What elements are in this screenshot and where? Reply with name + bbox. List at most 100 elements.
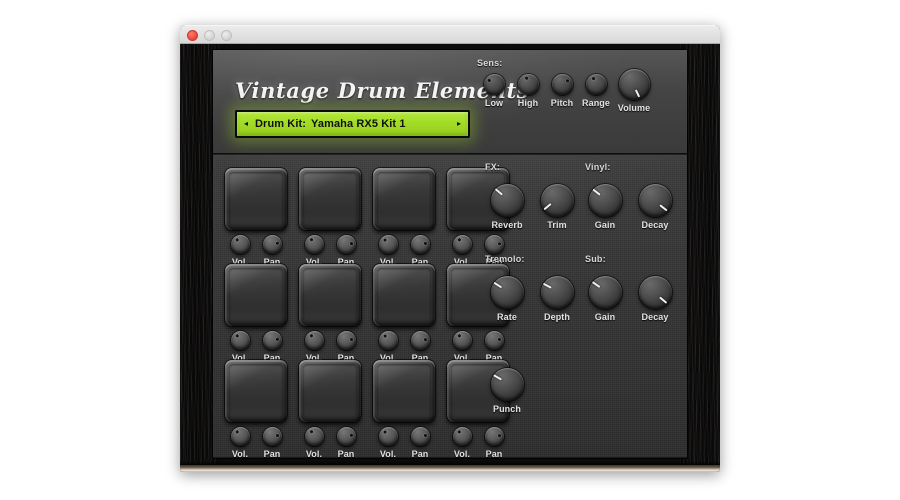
- sens-low-knob[interactable]: Low: [479, 74, 509, 108]
- drum-kit-display[interactable]: ◂ Drum Kit: Yamaha RX5 Kit 1 ▸: [235, 110, 470, 138]
- drum-pad[interactable]: [225, 168, 287, 230]
- pad-volume-knob[interactable]: Vol.: [225, 331, 255, 363]
- sens-low-indicator-icon: [487, 79, 491, 83]
- pad-cell: Vol. Pan: [225, 360, 287, 458]
- pad-pan-knob[interactable]: Pan: [257, 235, 287, 267]
- master-volume-knob[interactable]: Volume: [615, 69, 653, 113]
- pad-volume-knob-body[interactable]: [378, 427, 398, 446]
- pad-pan-knob-body[interactable]: [336, 427, 356, 446]
- sub-decay-indicator-icon: [659, 295, 668, 304]
- pad-volume-knob-body[interactable]: [304, 235, 324, 254]
- pad-pan-indicator-icon: [423, 434, 427, 438]
- fx-trim-knob[interactable]: Trim: [535, 184, 579, 230]
- pad-pan-knob[interactable]: Pan: [331, 427, 361, 458]
- close-button-icon[interactable]: [187, 30, 198, 41]
- drum-pad[interactable]: [225, 264, 287, 326]
- vinyl-decay-knob[interactable]: Decay: [633, 184, 677, 230]
- pad-volume-knob[interactable]: Vol.: [225, 427, 255, 458]
- fx-trim-knob-body[interactable]: [540, 184, 574, 217]
- pad-volume-knob-body[interactable]: [452, 427, 472, 446]
- vinyl-gain-label: Gain: [594, 220, 616, 230]
- pad-volume-knob-body[interactable]: [230, 235, 250, 254]
- pad-volume-knob[interactable]: Vol.: [299, 427, 329, 458]
- sens-low-label: Low: [484, 98, 504, 108]
- pad-volume-knob[interactable]: Vol.: [447, 427, 477, 458]
- pad-pan-knob[interactable]: Pan: [405, 331, 435, 363]
- pad-pan-knob[interactable]: Pan: [405, 427, 435, 458]
- sens-range-knob[interactable]: Range: [581, 74, 611, 108]
- pad-pan-knob[interactable]: Pan: [257, 427, 287, 458]
- sub-gain-knob-body[interactable]: [588, 276, 622, 309]
- sens-range-knob-body[interactable]: [585, 74, 607, 95]
- pad-volume-knob[interactable]: Vol.: [373, 331, 403, 363]
- vinyl-decay-indicator-icon: [659, 203, 668, 211]
- tremolo-depth-knob-body[interactable]: [540, 276, 574, 309]
- drum-pad[interactable]: [373, 360, 435, 422]
- drum-pad[interactable]: [299, 168, 361, 230]
- pad-volume-knob[interactable]: Vol.: [299, 235, 329, 267]
- pad-pan-knob-body[interactable]: [336, 235, 356, 254]
- pad-pan-knob-body[interactable]: [410, 331, 430, 350]
- sens-high-knob-body[interactable]: [517, 74, 539, 95]
- pad-volume-knob[interactable]: Vol.: [373, 427, 403, 458]
- tremolo-rate-knob-body[interactable]: [490, 276, 524, 309]
- pad-volume-indicator-icon: [383, 334, 387, 339]
- fx-reverb-knob-body[interactable]: [490, 184, 524, 217]
- pad-volume-knob-body[interactable]: [230, 427, 250, 446]
- sens-range-indicator-icon: [591, 77, 595, 81]
- sub-gain-knob[interactable]: Gain: [583, 276, 627, 322]
- drum-pad[interactable]: [373, 264, 435, 326]
- tremolo-depth-knob[interactable]: Depth: [535, 276, 579, 322]
- sens-high-knob[interactable]: High: [513, 74, 543, 108]
- pad-pan-knob[interactable]: Pan: [331, 235, 361, 267]
- pad-pan-indicator-icon: [349, 242, 353, 246]
- pad-volume-knob-body[interactable]: [378, 331, 398, 350]
- pad-volume-knob[interactable]: Vol.: [225, 235, 255, 267]
- pad-volume-knob[interactable]: Vol.: [373, 235, 403, 267]
- punch-punch-knob-body[interactable]: [490, 368, 524, 401]
- pad-volume-knob[interactable]: Vol.: [299, 331, 329, 363]
- pad-volume-knob-body[interactable]: [378, 235, 398, 254]
- pad-volume-knob-body[interactable]: [452, 331, 472, 350]
- sub-decay-knob[interactable]: Decay: [633, 276, 677, 322]
- pad-volume-knob-body[interactable]: [230, 331, 250, 350]
- sens-pitch-knob-body[interactable]: [551, 74, 573, 95]
- punch-punch-knob[interactable]: Punch: [485, 368, 529, 414]
- vinyl-decay-knob-body[interactable]: [638, 184, 672, 217]
- vinyl-gain-knob[interactable]: Gain: [583, 184, 627, 230]
- vinyl-gain-knob-body[interactable]: [588, 184, 622, 217]
- minimize-button-icon[interactable]: [204, 30, 215, 41]
- pad-volume-knob-body[interactable]: [304, 427, 324, 446]
- drum-pad[interactable]: [373, 168, 435, 230]
- pad-pan-knob-body[interactable]: [336, 331, 356, 350]
- pad-pan-knob-body[interactable]: [262, 427, 282, 446]
- drum-pad[interactable]: [299, 264, 361, 326]
- next-kit-arrow-icon[interactable]: ▸: [457, 120, 461, 128]
- pad-pan-knob-body[interactable]: [410, 427, 430, 446]
- pad-pan-knob[interactable]: Pan: [405, 235, 435, 267]
- pad-pan-knob-body[interactable]: [262, 331, 282, 350]
- drum-pad[interactable]: [299, 360, 361, 422]
- tremolo-depth-label: Depth: [544, 312, 570, 322]
- window-controls: [187, 30, 232, 41]
- window-titlebar[interactable]: [180, 25, 720, 44]
- fx-reverb-knob[interactable]: Reverb: [485, 184, 529, 230]
- pad-volume-knob[interactable]: Vol.: [447, 331, 477, 363]
- pad-pan-knob-body[interactable]: [410, 235, 430, 254]
- sens-pitch-knob[interactable]: Pitch: [547, 74, 577, 108]
- pad-pan-knob[interactable]: Pan: [331, 331, 361, 363]
- pad-volume-knob-body[interactable]: [304, 331, 324, 350]
- plugin-window: Vintage Drum Elements ◂ Drum Kit: Yamaha …: [180, 25, 720, 472]
- pad-volume-knob-body[interactable]: [452, 235, 472, 254]
- tremolo-rate-indicator-icon: [493, 281, 503, 288]
- master-volume-knob-body[interactable]: [618, 69, 650, 100]
- zoom-button-icon[interactable]: [221, 30, 232, 41]
- sub-decay-knob-body[interactable]: [638, 276, 672, 309]
- pad-pan-knob[interactable]: Pan: [257, 331, 287, 363]
- screen: Vintage Drum Elements ◂ Drum Kit: Yamaha …: [0, 0, 900, 500]
- sens-low-knob-body[interactable]: [483, 74, 505, 95]
- pad-volume-knob[interactable]: Vol.: [447, 235, 477, 267]
- pad-pan-knob-body[interactable]: [262, 235, 282, 254]
- tremolo-rate-knob[interactable]: Rate: [485, 276, 529, 322]
- drum-pad[interactable]: [225, 360, 287, 422]
